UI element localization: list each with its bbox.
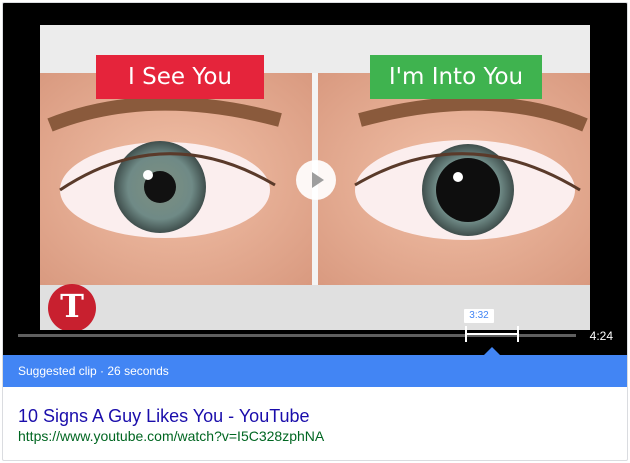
video-player[interactable]: I See You I'm Into You T 3:32 4:24 [3, 3, 627, 355]
clip-range-marker [465, 326, 519, 342]
video-duration: 4:24 [589, 329, 613, 343]
clip-time-tooltip: 3:32 [464, 309, 494, 323]
play-button[interactable] [296, 160, 336, 200]
clip-pointer [484, 347, 500, 355]
left-label: I See You [96, 55, 264, 99]
result-title-link[interactable]: 10 Signs A Guy Likes You - YouTube [18, 406, 310, 427]
logo-letter: T [60, 287, 84, 325]
suggested-clip-card: I See You I'm Into You T 3:32 4:24 Sugge… [2, 2, 628, 461]
right-label: I'm Into You [370, 55, 542, 99]
suggested-clip-bar: Suggested clip · 26 seconds [3, 355, 627, 387]
result-url: https://www.youtube.com/watch?v=I5C328zp… [18, 428, 325, 444]
